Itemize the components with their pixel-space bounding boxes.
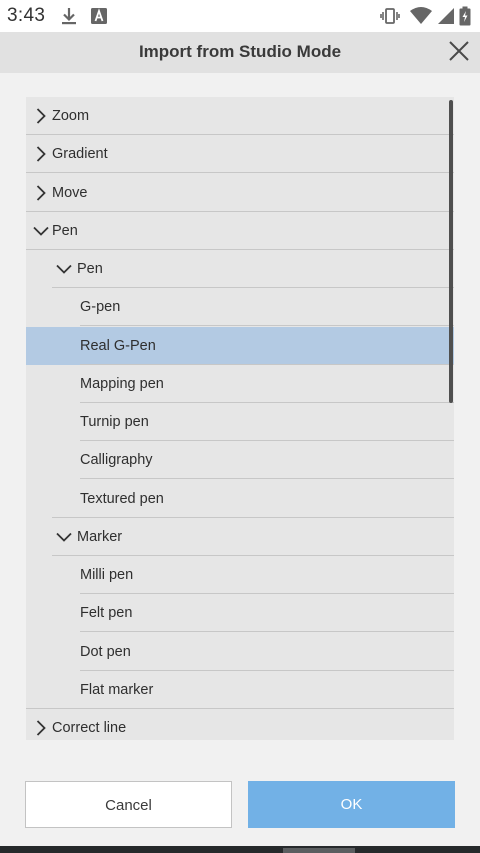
chevron-down-icon [56, 261, 72, 277]
a-box-icon [89, 6, 109, 26]
dialog-title: Import from Studio Mode [138, 42, 342, 61]
tree-row-label: Turnip pen [80, 414, 149, 430]
vibrate-icon [380, 6, 400, 26]
wifi-icon [409, 6, 433, 26]
tree-row[interactable]: Real G-Pen [26, 326, 454, 365]
tree-row-label: Real G-Pen [80, 337, 156, 354]
chevron-right-icon [33, 108, 49, 124]
tree-row-label: Calligraphy [80, 452, 153, 469]
home-handle[interactable] [283, 848, 355, 853]
close-button[interactable] [444, 36, 474, 66]
tree-row[interactable]: Pen [26, 250, 454, 288]
chevron-down-icon [56, 529, 72, 545]
chevron-right-icon [33, 184, 49, 201]
tree-row[interactable]: Pen [26, 212, 454, 250]
navigation-bar [0, 846, 480, 853]
tree-row-label: Correct line [52, 720, 127, 736]
tree-row[interactable]: Correct line [26, 709, 454, 740]
tree-row[interactable]: Textured pen [26, 480, 454, 518]
tree-row[interactable]: Move [26, 174, 454, 212]
tree-row[interactable]: Milli pen [26, 556, 454, 594]
tree-row-label: Gradient [52, 146, 108, 163]
tree-row[interactable]: Calligraphy [26, 441, 454, 480]
dialog-header: Import from Studio Mode [0, 32, 480, 73]
tree-row[interactable]: Turnip pen [26, 403, 454, 441]
tree-row[interactable]: Dot pen [26, 633, 454, 671]
tree-row-label: Milli pen [80, 567, 134, 583]
tree-row[interactable]: G-pen [26, 288, 454, 327]
tool-tree-list[interactable]: Zoom Gradient Move Pen Pen G-pen Real G-Pen Map… [26, 97, 454, 740]
tree-row-label: Move [52, 184, 88, 201]
cancel-button[interactable]: Cancel [25, 781, 232, 828]
battery-icon [458, 6, 472, 26]
scrollbar-thumb[interactable] [449, 100, 453, 403]
tree-row-label: Mapping pen [80, 375, 164, 392]
tree-row[interactable]: Zoom [26, 97, 454, 135]
tree-row-label: Felt pen [80, 605, 133, 622]
tree-row-label: G-pen [80, 299, 121, 316]
chevron-down-icon [33, 223, 49, 239]
status-time: 3:43 [7, 5, 46, 26]
close-icon [449, 41, 469, 61]
download-icon [59, 6, 79, 26]
tree-row-label: Textured pen [80, 490, 164, 507]
tree-row[interactable]: Mapping pen [26, 365, 454, 403]
ok-button[interactable]: OK [248, 781, 455, 828]
tree-row[interactable]: Flat marker [26, 671, 454, 709]
tree-row-label: Zoom [52, 108, 90, 124]
tree-row-label: Pen [52, 222, 78, 239]
tree-row-label: Dot pen [80, 643, 131, 660]
tree-row[interactable]: Gradient [26, 135, 454, 174]
tree-row-label: Flat marker [80, 681, 154, 698]
status-bar: 3:43 [0, 0, 480, 32]
chevron-right-icon [33, 720, 49, 736]
chevron-right-icon [33, 146, 49, 162]
signal-icon [436, 6, 456, 26]
tree-row[interactable]: Felt pen [26, 594, 454, 633]
tree-row[interactable]: Marker [26, 518, 454, 556]
tree-row-label: Pen [77, 261, 103, 277]
tree-row-label: Marker [77, 528, 123, 545]
